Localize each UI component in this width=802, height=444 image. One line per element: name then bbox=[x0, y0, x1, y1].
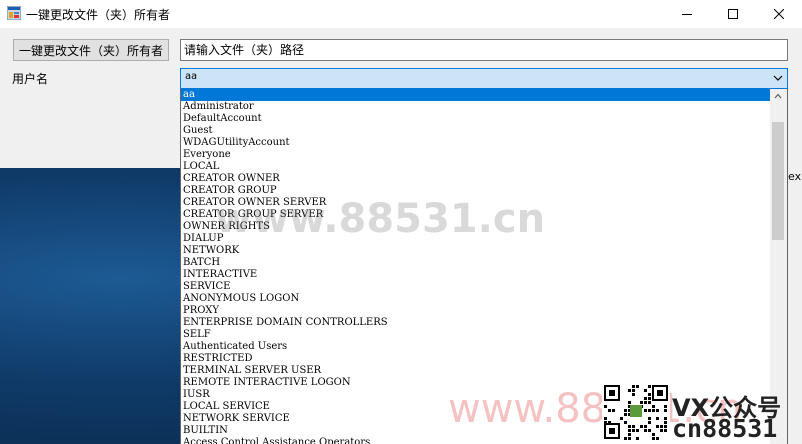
window-title: 一键更改文件（夹）所有者 bbox=[26, 8, 171, 22]
background-window-edge bbox=[786, 168, 802, 444]
username-label: 用户名 bbox=[12, 72, 49, 86]
chevron-down-icon[interactable] bbox=[773, 74, 783, 82]
dropdown-option[interactable]: INTERACTIVE bbox=[181, 269, 771, 281]
dropdown-option[interactable]: CREATOR OWNER bbox=[181, 173, 771, 185]
dropdown-option[interactable]: Administrator bbox=[181, 101, 771, 113]
watermark-center: www.88531.cn bbox=[215, 196, 546, 242]
dropdown-option[interactable]: DefaultAccount bbox=[181, 113, 771, 125]
scroll-up-icon[interactable] bbox=[774, 93, 782, 99]
dropdown-option[interactable]: ENTERPRISE DOMAIN CONTROLLERS bbox=[181, 317, 771, 329]
close-icon bbox=[774, 9, 784, 19]
watermark-cn: cn88531 bbox=[672, 414, 778, 443]
maximize-button[interactable] bbox=[710, 0, 756, 28]
dropdown-option[interactable]: WDAGUtilityAccount bbox=[181, 137, 771, 149]
dropdown-option[interactable]: Everyone bbox=[181, 149, 771, 161]
maximize-icon bbox=[728, 9, 738, 19]
qr-code-icon bbox=[602, 383, 670, 441]
background-partial-text: ex bbox=[788, 170, 802, 183]
combobox-value: aa bbox=[185, 71, 198, 82]
dropdown-option[interactable]: LOCAL bbox=[181, 161, 771, 173]
app-icon bbox=[7, 6, 21, 20]
dropdown-option[interactable]: RESTRICTED bbox=[181, 353, 771, 365]
close-button[interactable] bbox=[756, 0, 802, 28]
dropdown-option[interactable]: SERVICE bbox=[181, 281, 771, 293]
dropdown-option[interactable]: NETWORK bbox=[181, 245, 771, 257]
dropdown-option[interactable]: TERMINAL SERVER USER bbox=[181, 365, 771, 377]
path-input[interactable] bbox=[180, 39, 788, 61]
scrollbar-thumb[interactable] bbox=[772, 122, 784, 240]
minimize-icon bbox=[682, 14, 692, 15]
dropdown-option[interactable]: Authenticated Users bbox=[181, 341, 771, 353]
change-owner-button[interactable]: 一键更改文件（夹）所有者 bbox=[13, 39, 169, 61]
dropdown-option[interactable]: aa bbox=[181, 89, 771, 101]
dropdown-option[interactable]: SELF bbox=[181, 329, 771, 341]
dropdown-option[interactable]: PROXY bbox=[181, 305, 771, 317]
username-combobox[interactable]: aa bbox=[180, 68, 788, 89]
dropdown-option[interactable]: ANONYMOUS LOGON bbox=[181, 293, 771, 305]
dropdown-option[interactable]: BATCH bbox=[181, 257, 771, 269]
dropdown-option[interactable]: Guest bbox=[181, 125, 771, 137]
minimize-button[interactable] bbox=[664, 0, 710, 28]
title-bar[interactable]: 一键更改文件（夹）所有者 bbox=[0, 0, 802, 28]
